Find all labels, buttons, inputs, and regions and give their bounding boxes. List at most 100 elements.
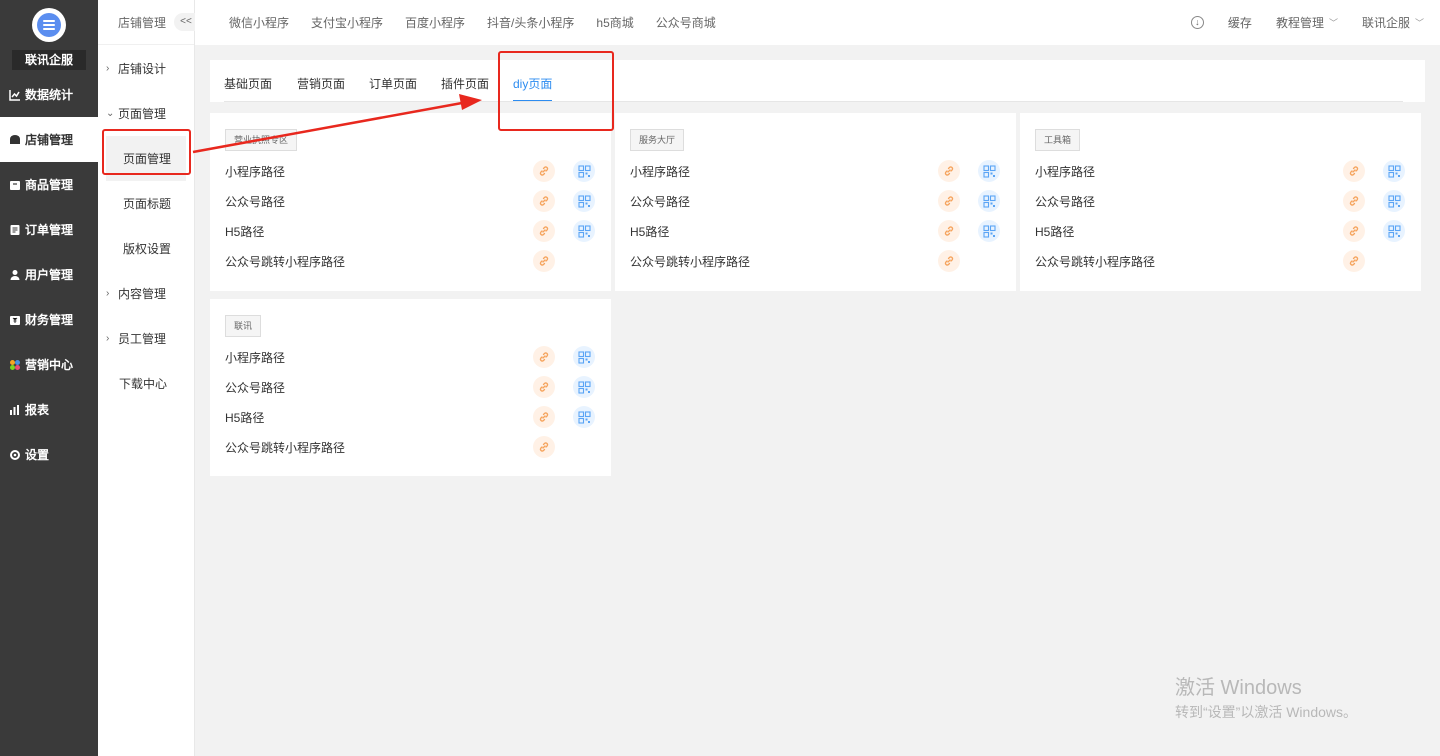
qr-code-icon[interactable]	[573, 190, 595, 212]
qr-code-icon[interactable]	[573, 376, 595, 398]
sidebar-item-products[interactable]: 商品管理	[0, 162, 98, 207]
card-tag: 工具箱	[1035, 129, 1081, 151]
subnav-item-label: 内容管理	[118, 287, 167, 301]
sidebar-item-label: 数据统计	[25, 88, 74, 102]
qr-code-icon[interactable]	[1383, 220, 1405, 242]
subnav-item-downloads[interactable]: 下载中心	[98, 361, 194, 406]
copy-link-icon[interactable]	[533, 190, 555, 212]
tab-plugin-pages[interactable]: 插件页面	[441, 75, 489, 92]
tutorial-menu[interactable]: 教程管理 ﹀	[1276, 14, 1338, 31]
copy-link-icon[interactable]	[533, 436, 555, 458]
copy-link-icon[interactable]	[938, 250, 960, 272]
copy-link-icon[interactable]	[1343, 250, 1365, 272]
chevron-right-icon: ›	[106, 288, 110, 299]
platform-tab-baidu[interactable]: 百度小程序	[405, 14, 465, 31]
path-row: H5路径	[1035, 216, 1405, 246]
copy-link-icon[interactable]	[1343, 190, 1365, 212]
chevron-down-icon: ⌄	[106, 108, 115, 119]
qr-code-icon[interactable]	[978, 160, 1000, 182]
path-row: 公众号路径	[630, 186, 1000, 216]
copy-link-icon[interactable]	[533, 346, 555, 368]
path-row: 公众号跳转小程序路径	[1035, 246, 1405, 276]
path-row: 小程序路径	[225, 156, 595, 186]
platform-tab-official-account[interactable]: 公众号商城	[656, 14, 716, 31]
subnav-item-label: 店铺设计	[118, 62, 167, 76]
user-icon	[9, 269, 21, 281]
sidebar-item-users[interactable]: 用户管理	[0, 252, 98, 297]
copy-link-icon[interactable]	[533, 406, 555, 428]
main-sidebar: 联讯企服 数据统计 店铺管理 商品管理 订单管理 用户管理 财务管理 营销中心	[0, 0, 98, 756]
product-icon	[9, 179, 21, 191]
subnav-item-staff[interactable]: › 员工管理	[98, 316, 194, 361]
tab-basic-pages[interactable]: 基础页面	[224, 75, 272, 92]
sidebar-item-finance[interactable]: 财务管理	[0, 297, 98, 342]
path-row: 公众号路径	[1035, 186, 1405, 216]
card-tag: 营业执照专区	[225, 129, 298, 151]
copy-link-icon[interactable]	[938, 160, 960, 182]
diy-page-card: 工具箱小程序路径 公众号路径 H5路径 公众号跳转小程序路径	[1020, 113, 1421, 291]
subnav-item-copyright[interactable]: 版权设置	[98, 226, 194, 271]
qr-code-icon[interactable]	[573, 160, 595, 182]
secondary-sidebar: 店铺管理 << › 店铺设计 ⌄ 页面管理 页面管理 页面标题 版权设置 › 内容管理…	[98, 0, 198, 756]
copy-link-icon[interactable]	[938, 190, 960, 212]
subnav-item-store-design[interactable]: › 店铺设计	[98, 46, 194, 91]
account-label: 联讯企服	[1361, 16, 1410, 30]
qr-code-icon[interactable]	[573, 406, 595, 428]
path-row: 公众号路径	[225, 372, 595, 402]
copy-link-icon[interactable]	[533, 160, 555, 182]
annotation-box-subnav	[102, 129, 191, 175]
platform-tab-douyin[interactable]: 抖音/头条小程序	[487, 14, 574, 31]
account-menu[interactable]: 联讯企服 ﹀	[1362, 14, 1424, 31]
cache-button[interactable]: 缓存	[1228, 14, 1252, 31]
subnav-item-label: 页面标题	[123, 197, 172, 211]
path-row: 公众号跳转小程序路径	[225, 246, 595, 276]
chevron-down-icon: ﹀	[1414, 18, 1424, 28]
sidebar-item-label: 报表	[25, 403, 50, 417]
watermark-subtitle: 转到“设置”以激活 Windows。	[1175, 704, 1358, 720]
sidebar-item-label: 订单管理	[25, 223, 74, 237]
card-tag: 服务大厅	[630, 129, 685, 151]
path-row: 小程序路径	[1035, 156, 1405, 186]
watermark-title: 激活 Windows	[1175, 677, 1302, 699]
store-icon	[9, 134, 21, 146]
copy-link-icon[interactable]	[1343, 220, 1365, 242]
qr-code-icon[interactable]	[978, 220, 1000, 242]
qr-code-icon[interactable]	[1383, 190, 1405, 212]
page-type-tabs: 基础页面 营销页面 订单页面 插件页面 diy页面	[210, 60, 1425, 102]
platform-tab-h5[interactable]: h5商城	[596, 14, 633, 31]
platform-tab-wechat[interactable]: 微信小程序	[229, 14, 289, 31]
chart-line-icon	[9, 89, 21, 101]
sidebar-item-stats[interactable]: 数据统计	[0, 72, 98, 117]
sidebar-item-label: 用户管理	[25, 268, 74, 282]
path-row: 公众号跳转小程序路径	[225, 432, 595, 462]
tab-order-pages[interactable]: 订单页面	[369, 75, 417, 92]
subnav-item-content[interactable]: › 内容管理	[98, 271, 194, 316]
qr-code-icon[interactable]	[573, 346, 595, 368]
tab-marketing-pages[interactable]: 营销页面	[297, 75, 345, 92]
qr-code-icon[interactable]	[1383, 160, 1405, 182]
sidebar-item-orders[interactable]: 订单管理	[0, 207, 98, 252]
brand-logo	[32, 8, 66, 42]
diy-page-card: 服务大厅 小程序路径 公众号路径 H5路径 公众号跳转小程序路径	[615, 113, 1016, 291]
download-icon[interactable]: ↓	[1190, 16, 1204, 29]
copy-link-icon[interactable]	[938, 220, 960, 242]
qr-code-icon[interactable]	[573, 220, 595, 242]
sidebar-item-label: 商品管理	[25, 178, 74, 192]
annotation-box-diy-tab	[498, 51, 614, 131]
sidebar-item-settings[interactable]: 设置	[0, 432, 98, 477]
qr-code-icon[interactable]	[978, 190, 1000, 212]
copy-link-icon[interactable]	[533, 250, 555, 272]
copy-link-icon[interactable]	[533, 220, 555, 242]
chevron-right-icon: ›	[106, 333, 110, 344]
sidebar-item-store[interactable]: 店铺管理	[0, 117, 98, 162]
sidebar-item-reports[interactable]: 报表	[0, 387, 98, 432]
path-row: 公众号跳转小程序路径	[630, 246, 1000, 276]
platform-tab-alipay[interactable]: 支付宝小程序	[311, 14, 383, 31]
copy-link-icon[interactable]	[533, 376, 555, 398]
subnav-item-label: 员工管理	[118, 332, 167, 346]
subnav-item-page-title[interactable]: 页面标题	[98, 181, 194, 226]
path-row: 小程序路径	[225, 342, 595, 372]
marketing-icon	[9, 359, 21, 371]
copy-link-icon[interactable]	[1343, 160, 1365, 182]
sidebar-item-marketing[interactable]: 营销中心	[0, 342, 98, 387]
